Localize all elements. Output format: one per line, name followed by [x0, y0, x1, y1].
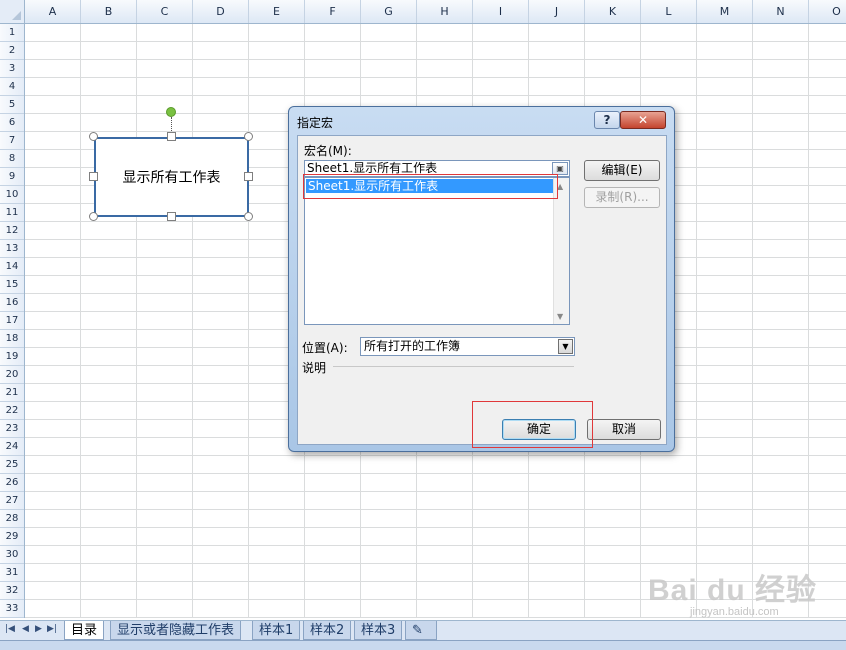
help-button[interactable]: ? [594, 111, 620, 129]
row-header[interactable]: 25 [0, 456, 24, 474]
row-header[interactable]: 26 [0, 474, 24, 492]
sheet-tab[interactable]: 样本2 [303, 621, 352, 640]
resize-handle[interactable] [89, 132, 98, 141]
row-header[interactable]: 16 [0, 294, 24, 312]
row-header[interactable]: 9 [0, 168, 24, 186]
select-all-corner[interactable] [0, 0, 25, 24]
close-button[interactable]: ✕ [620, 111, 666, 129]
macro-button-shape[interactable]: 显示所有工作表 [94, 137, 249, 217]
row-header[interactable]: 33 [0, 600, 24, 618]
macro-list[interactable]: Sheet1.显示所有工作表 ▲ ▼ [304, 177, 570, 325]
column-header[interactable]: L [641, 0, 697, 23]
column-header[interactable]: J [529, 0, 585, 23]
row-header[interactable]: 28 [0, 510, 24, 528]
dialog-title: 指定宏 [297, 116, 334, 130]
column-header[interactable]: H [417, 0, 473, 23]
sheet-tab[interactable]: 显示或者隐藏工作表 [110, 621, 242, 640]
sheet-tab-index[interactable]: 目录 [64, 621, 105, 640]
row-header[interactable]: 13 [0, 240, 24, 258]
annotation-box-ok [472, 401, 593, 448]
last-sheet-icon[interactable]: ▶| [47, 624, 57, 634]
row-header[interactable]: 8 [0, 150, 24, 168]
rotation-handle[interactable] [166, 107, 176, 117]
record-button[interactable]: 录制(R)... [584, 187, 660, 208]
column-header[interactable]: I [473, 0, 529, 23]
row-header[interactable]: 20 [0, 366, 24, 384]
column-header[interactable]: G [361, 0, 417, 23]
location-value: 所有打开的工作簿 [364, 339, 461, 353]
resize-handle[interactable] [167, 132, 176, 141]
row-header[interactable]: 12 [0, 222, 24, 240]
row-header[interactable]: 27 [0, 492, 24, 510]
sheet-tab-bar: |◀ ◀ ▶ ▶| 目录 显示或者隐藏工作表 样本1 样本2 样本3 ✎ [0, 620, 846, 640]
row-header[interactable]: 10 [0, 186, 24, 204]
column-header[interactable]: F [305, 0, 361, 23]
edit-button[interactable]: 编辑(E) [584, 160, 660, 181]
row-header[interactable]: 7 [0, 132, 24, 150]
description-divider [333, 366, 574, 367]
description-label: 说明 [302, 361, 327, 375]
row-header[interactable]: 2 [0, 42, 24, 60]
dropdown-arrow-icon[interactable]: ▼ [558, 339, 573, 354]
sheet-tab[interactable]: 样本3 [354, 621, 403, 640]
column-header[interactable]: K [585, 0, 641, 23]
column-header[interactable]: C [137, 0, 193, 23]
column-header[interactable]: D [193, 0, 249, 23]
macro-name-label: 宏名(M): [304, 144, 352, 158]
resize-handle[interactable] [244, 132, 253, 141]
resize-handle[interactable] [244, 212, 253, 221]
row-header[interactable]: 32 [0, 582, 24, 600]
resize-handle[interactable] [89, 212, 98, 221]
watermark-logo: Bai du 经验 [648, 574, 818, 607]
watermark-url: jingyan.baidu.com [690, 606, 779, 618]
row-headers: 1 2 3 4 5 6 7 8 9 10 11 12 13 14 15 16 1… [0, 24, 25, 618]
row-header[interactable]: 1 [0, 24, 24, 42]
row-header[interactable]: 17 [0, 312, 24, 330]
row-header[interactable]: 23 [0, 420, 24, 438]
resize-handle[interactable] [167, 212, 176, 221]
column-header[interactable]: M [697, 0, 753, 23]
insert-sheet-icon[interactable]: ✎ [405, 621, 437, 640]
prev-sheet-icon[interactable]: ◀ [22, 624, 29, 634]
scroll-down-icon[interactable]: ▼ [557, 312, 563, 321]
shape-label: 显示所有工作表 [122, 170, 221, 186]
row-header[interactable]: 22 [0, 402, 24, 420]
row-header[interactable]: 31 [0, 564, 24, 582]
row-header[interactable]: 19 [0, 348, 24, 366]
first-sheet-icon[interactable]: |◀ [5, 624, 15, 634]
status-bar [0, 640, 846, 650]
row-header[interactable]: 6 [0, 114, 24, 132]
row-header[interactable]: 30 [0, 546, 24, 564]
column-header[interactable]: N [753, 0, 809, 23]
column-headers: A B C D E F G H I J K L M N O [25, 0, 846, 24]
row-header[interactable]: 11 [0, 204, 24, 222]
row-header[interactable]: 29 [0, 528, 24, 546]
resize-handle[interactable] [89, 172, 98, 181]
resize-handle[interactable] [244, 172, 253, 181]
row-header[interactable]: 5 [0, 96, 24, 114]
row-header[interactable]: 24 [0, 438, 24, 456]
row-header[interactable]: 18 [0, 330, 24, 348]
next-sheet-icon[interactable]: ▶ [35, 624, 42, 634]
column-header[interactable]: E [249, 0, 305, 23]
annotation-box-macro [303, 174, 558, 199]
list-scrollbar[interactable]: ▲ ▼ [553, 178, 569, 324]
cancel-button[interactable]: 取消 [587, 419, 661, 440]
column-header[interactable]: O [809, 0, 846, 23]
location-select[interactable]: 所有打开的工作簿 ▼ [360, 337, 575, 356]
row-header[interactable]: 4 [0, 78, 24, 96]
row-header[interactable]: 15 [0, 276, 24, 294]
row-header[interactable]: 21 [0, 384, 24, 402]
location-label: 位置(A): [302, 341, 348, 355]
row-header[interactable]: 14 [0, 258, 24, 276]
sheet-tab[interactable]: 样本1 [252, 621, 301, 640]
row-header[interactable]: 3 [0, 60, 24, 78]
column-header[interactable]: A [25, 0, 81, 23]
column-header[interactable]: B [81, 0, 137, 23]
